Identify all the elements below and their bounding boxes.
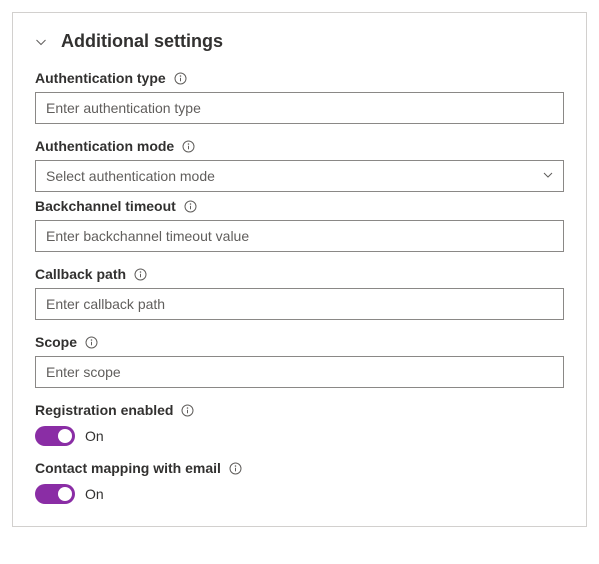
backchannel-input[interactable] (35, 220, 564, 252)
toggle-knob (58, 429, 72, 443)
backchannel-label-row: Backchannel timeout (35, 198, 564, 214)
info-icon[interactable] (181, 404, 194, 417)
additional-settings-panel: Additional settings Authentication type … (12, 12, 587, 527)
registration-state: On (85, 428, 104, 444)
backchannel-label: Backchannel timeout (35, 198, 176, 214)
chevron-down-icon (35, 36, 47, 48)
contact-mapping-toggle-row: On (35, 484, 564, 504)
contact-mapping-toggle[interactable] (35, 484, 75, 504)
auth-mode-select[interactable]: Select authentication mode (35, 160, 564, 192)
callback-label: Callback path (35, 266, 126, 282)
info-icon[interactable] (182, 140, 195, 153)
callback-label-row: Callback path (35, 266, 564, 282)
info-icon[interactable] (134, 268, 147, 281)
contact-mapping-label: Contact mapping with email (35, 460, 221, 476)
section-title: Additional settings (61, 31, 223, 52)
info-icon[interactable] (85, 336, 98, 349)
contact-mapping-label-row: Contact mapping with email (35, 460, 564, 476)
toggle-knob (58, 487, 72, 501)
section-header[interactable]: Additional settings (35, 31, 564, 52)
auth-type-label: Authentication type (35, 70, 166, 86)
auth-type-input[interactable] (35, 92, 564, 124)
auth-mode-label: Authentication mode (35, 138, 174, 154)
registration-label: Registration enabled (35, 402, 173, 418)
info-icon[interactable] (229, 462, 242, 475)
info-icon[interactable] (184, 200, 197, 213)
auth-mode-select-wrap: Select authentication mode (35, 160, 564, 192)
scope-input[interactable] (35, 356, 564, 388)
registration-toggle[interactable] (35, 426, 75, 446)
scope-label-row: Scope (35, 334, 564, 350)
registration-toggle-row: On (35, 426, 564, 446)
registration-label-row: Registration enabled (35, 402, 564, 418)
callback-input[interactable] (35, 288, 564, 320)
contact-mapping-state: On (85, 486, 104, 502)
scope-label: Scope (35, 334, 77, 350)
auth-mode-label-row: Authentication mode (35, 138, 564, 154)
info-icon[interactable] (174, 72, 187, 85)
auth-type-label-row: Authentication type (35, 70, 564, 86)
